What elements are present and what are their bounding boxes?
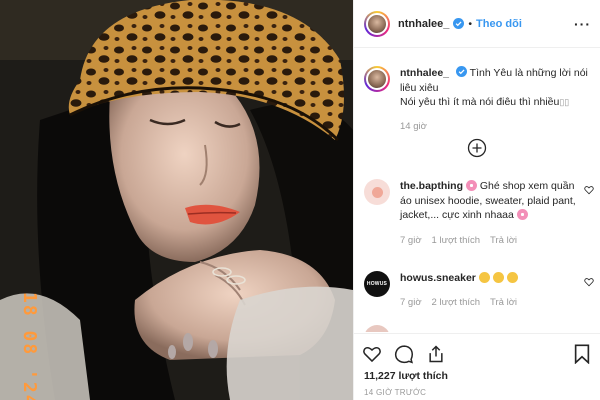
flower-emoji-icon [516,209,528,220]
comment-likes[interactable]: 2 lượt thích [432,296,481,311]
comment-username[interactable]: howus.sneaker [400,272,476,284]
verified-badge-icon [455,66,467,77]
caption: ntnhalee_ Tình Yêu là những lời nói liêu… [364,66,594,134]
caption-username[interactable]: ntnhalee_ [400,67,449,79]
avatar[interactable] [364,179,390,205]
reply-button[interactable]: Trả lời [490,234,517,249]
reply-button[interactable]: Trả lời [490,296,517,311]
portrait-image [0,0,353,400]
plus-circle-icon[interactable] [467,138,487,158]
heart-eyes-emoji-icon [506,272,518,283]
comment-item: HOWUS howus.sneaker 7 giờ 2 lượt thích T… [364,271,594,310]
post-side-panel: ntnhalee_ • Theo dõi ··· ntnhalee_ Tình … [353,0,600,400]
likes-count[interactable]: 11,227 lượt thích [364,370,448,382]
avatar[interactable]: HOWUS [364,271,390,297]
avatar[interactable] [364,66,390,92]
posted-time[interactable]: 14 GIỜ TRƯỚC [364,388,426,397]
post-photo[interactable]: 18 08 '24 [0,0,353,400]
heart-eyes-emoji-icon [492,272,504,283]
comment-time[interactable]: 7 giờ [400,296,422,311]
caption-text-line2: Nói yêu thì ít mà nói điêu thì nhiều [400,96,560,108]
avatar[interactable] [364,325,390,332]
timestamp-overlay: 18 08 '24 [19,292,40,400]
heart-icon[interactable] [584,185,594,195]
comment-icon[interactable] [394,344,414,364]
avatar-text: HOWUS [366,281,388,287]
share-icon[interactable] [426,344,446,364]
heart-icon[interactable] [584,277,594,287]
heart-icon[interactable] [362,344,382,364]
flower-emoji-icon [465,180,477,191]
caption-time[interactable]: 14 giờ [400,120,427,135]
comments-section: ntnhalee_ Tình Yêu là những lời nói liêu… [354,49,600,332]
header-username[interactable]: ntnhalee_ [398,18,449,30]
avatar[interactable] [364,10,390,37]
bookmark-icon[interactable] [573,344,591,364]
heart-eyes-emoji-icon [478,272,490,283]
separator-dot: • [468,17,473,30]
post-header: ntnhalee_ • Theo dõi ··· [354,0,600,48]
comment-likes[interactable]: 1 lượt thích [432,234,481,249]
comment-time[interactable]: 7 giờ [400,234,422,249]
follow-button[interactable]: Theo dõi [476,18,522,30]
comment-username[interactable]: the.bapthing [400,180,463,192]
unknown-glyph-icon: ▯▯ [559,97,570,107]
more-horizontal-icon[interactable]: ··· [574,16,591,32]
actions-bar: 11,227 lượt thích 14 GIỜ TRƯỚC [354,333,600,400]
verified-badge-icon [453,18,465,29]
comment-item: the.bapthing Ghé shop xem quần áo unisex… [364,179,594,248]
